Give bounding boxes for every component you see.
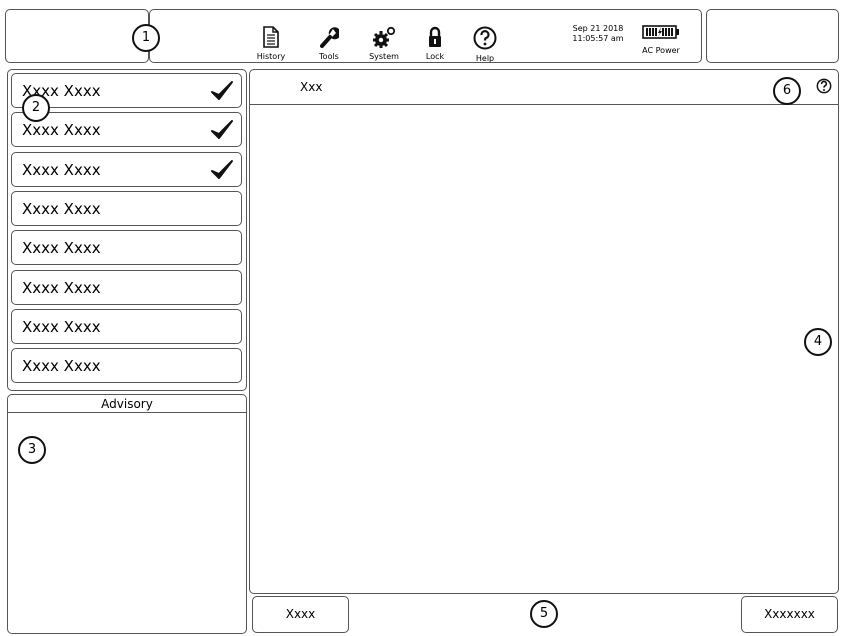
list-item-label: Xxxx Xxxx: [22, 121, 101, 140]
list-item-label: Xxxx Xxxx: [22, 278, 101, 297]
checkmark-icon: [211, 120, 233, 140]
system-label: System: [369, 52, 399, 61]
footer-right-button[interactable]: Xxxxxxx: [741, 596, 838, 633]
help-button[interactable]: Help: [463, 26, 507, 63]
callout-1: 1: [132, 24, 160, 52]
callout-4: 4: [804, 328, 832, 356]
lock-icon: [429, 26, 441, 47]
list-item[interactable]: Xxxx Xxxx: [11, 230, 242, 266]
header-left-panel: [5, 9, 149, 63]
list-item-label: Xxxx Xxxx: [22, 239, 101, 258]
main-panel: Xxx: [249, 69, 839, 594]
list-item[interactable]: Xxxx Xxxx: [11, 348, 242, 384]
help-label: Help: [475, 54, 495, 63]
list-item-label: Xxxx Xxxx: [22, 199, 101, 218]
footer-left-button[interactable]: Xxxx: [252, 596, 349, 633]
callout-3: 3: [18, 436, 46, 464]
list-item[interactable]: Xxxx Xxxx: [11, 190, 242, 226]
list-item[interactable]: Xxxx Xxxx: [11, 269, 242, 305]
tools-button[interactable]: Tools: [307, 26, 351, 61]
callout-6: 6: [773, 77, 801, 105]
wrench-icon: [320, 27, 339, 48]
time-text: 11:05:57 am: [572, 34, 624, 43]
power-label: AC Power: [642, 46, 680, 55]
gears-icon: [373, 26, 396, 48]
help-icon: [473, 26, 497, 50]
main-title: Xxx: [300, 80, 323, 94]
callout-5: 5: [530, 600, 558, 628]
lock-button[interactable]: Lock: [413, 26, 457, 61]
power-status: AC Power: [626, 24, 696, 55]
checkmark-icon: [211, 81, 233, 100]
list-item-label: Xxxx Xxxx: [22, 357, 101, 376]
history-button[interactable]: History: [249, 26, 293, 61]
advisory-title: Advisory: [8, 397, 246, 413]
history-label: History: [256, 52, 286, 61]
help-icon[interactable]: [816, 78, 832, 98]
document-icon: [263, 26, 279, 48]
list-item-label: Xxxx Xxxx: [22, 160, 101, 179]
tools-label: Tools: [319, 52, 339, 61]
advisory-panel: Advisory: [7, 394, 247, 634]
battery-plug-icon: [642, 25, 679, 39]
system-button[interactable]: System: [362, 26, 406, 61]
lock-label: Lock: [425, 52, 445, 61]
list-item-label: Xxxx Xxxx: [22, 317, 101, 336]
date-text: Sep 21 2018: [572, 24, 624, 33]
date-time-display: Sep 21 2018 11:05:57 am: [568, 24, 628, 44]
list-item[interactable]: Xxxx Xxxx: [11, 151, 242, 187]
list-item[interactable]: Xxxx Xxxx: [11, 308, 242, 344]
header-toolbar: History Tools System Lock Help Sep 21 20…: [149, 9, 702, 63]
callout-2: 2: [22, 94, 50, 122]
header-right-panel: [706, 9, 839, 63]
checkmark-icon: [211, 159, 233, 179]
main-title-bar: Xxx: [250, 70, 838, 105]
